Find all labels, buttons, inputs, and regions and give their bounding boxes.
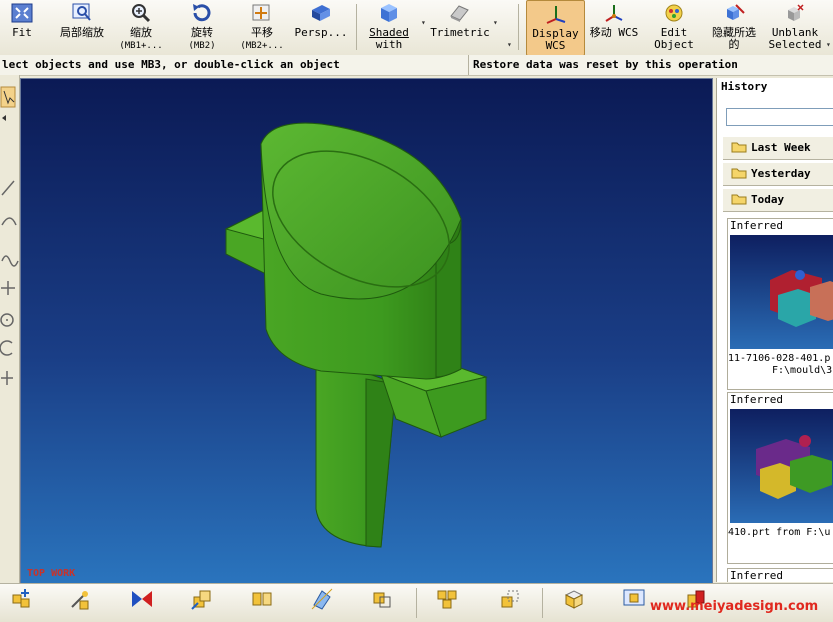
perspective-button[interactable]: Persp... — [294, 0, 348, 54]
open-folder-icon — [731, 194, 747, 205]
cue-line-prompt: lect objects and use MB3, or double-clic… — [2, 58, 340, 71]
folder-icon — [731, 168, 747, 179]
edit-arrangement-icon[interactable] — [310, 587, 334, 611]
toolbar-separator — [542, 588, 543, 618]
history-title: History — [721, 80, 768, 93]
oval-top-body — [260, 122, 462, 380]
reposition-icon[interactable] — [190, 587, 214, 611]
history-item-tag: Inferred — [730, 219, 783, 232]
zoom-region-icon — [72, 3, 91, 21]
history-search-input[interactable] — [726, 108, 833, 126]
show-all-components-icon[interactable] — [436, 587, 460, 611]
trimetric-view-button[interactable]: Trimetric — [428, 0, 492, 54]
mate-icon[interactable] — [130, 587, 154, 611]
history-item-card[interactable]: Inferred 11-7106-028-401.p F:\mould\3 — [727, 218, 833, 390]
wcs-axes-icon — [546, 6, 565, 24]
hide-selected-button[interactable]: 隐藏所选 的 — [706, 0, 762, 54]
history-item-card[interactable]: Inferred — [727, 568, 833, 582]
zoom-region-button[interactable]: 局部缩放 — [54, 0, 110, 54]
part-model-render — [224, 122, 488, 548]
history-item-filename: 410.prt from F:\u — [728, 527, 831, 538]
shaded-cube-icon — [381, 4, 397, 22]
pan-icon — [252, 4, 270, 21]
unblank-selected-button[interactable]: Unblank Selected — [766, 0, 824, 54]
point-tool-icon[interactable] — [1, 281, 15, 295]
history-group-today[interactable]: Today — [723, 188, 833, 212]
history-item-path: F:\mould\3 — [772, 365, 833, 376]
unblank-dropdown-arrow[interactable]: ▾ — [826, 40, 831, 49]
line-tool-icon[interactable] — [1, 180, 15, 196]
edit-object-icon — [665, 4, 683, 22]
hide-component-icon[interactable] — [498, 587, 522, 611]
edit-object-button[interactable]: Edit Object — [650, 0, 698, 54]
new-component-icon[interactable] — [10, 587, 34, 611]
view-dropdown-arrow[interactable]: ▾ — [507, 40, 512, 49]
graphics-window[interactable]: TOP WORK — [20, 78, 713, 584]
scroll-left-arrow-icon[interactable] — [2, 115, 6, 121]
fit-icon — [11, 3, 33, 23]
arc-center-tool-icon[interactable] — [0, 340, 13, 356]
left-toolstrip — [0, 75, 20, 583]
main-toolbar: Fit 局部缩放 缩放 (MB1+... 旋转 (MB2) 平移 (MB2+..… — [0, 0, 833, 56]
trimetric-dropdown-arrow[interactable]: ▾ — [493, 18, 498, 27]
move-wcs-icon — [605, 5, 623, 22]
history-item-card[interactable]: Inferred 410.prt from F:\u — [727, 392, 833, 564]
history-item-thumbnail — [730, 235, 833, 349]
bottom-toolbar: www.meiyadesign.com — [0, 583, 833, 622]
mirror-assembly-icon[interactable] — [250, 587, 274, 611]
circle-tool-icon[interactable] — [0, 313, 14, 327]
pan-button[interactable]: 平移 (MB2+... — [236, 0, 288, 54]
perspective-icon — [312, 5, 330, 21]
view-name-label: TOP WORK — [27, 568, 76, 579]
make-displayed-part-icon[interactable] — [622, 587, 646, 611]
hide-icon — [727, 4, 745, 20]
toolbar-separator — [518, 4, 519, 50]
history-item-filename: 11-7106-028-401.p — [728, 353, 831, 364]
shaded-with-edges-button[interactable]: Shaded with — [362, 0, 416, 54]
cue-line: lect objects and use MB3, or double-clic… — [0, 55, 833, 76]
site-watermark: www.meiyadesign.com — [650, 599, 819, 614]
display-wcs-button[interactable]: Display WCS — [526, 0, 585, 56]
edit-explosion-icon[interactable] — [370, 587, 394, 611]
move-wcs-button[interactable]: 移动 WCS — [588, 0, 640, 54]
make-work-part-icon[interactable] — [562, 587, 586, 611]
fit-button[interactable]: Fit — [4, 0, 40, 54]
magnifier-icon — [132, 4, 151, 23]
select-filter-icon[interactable] — [0, 86, 16, 108]
snap-point-icon[interactable] — [1, 371, 13, 385]
folder-icon — [731, 142, 747, 153]
history-group-last-week[interactable]: Last Week — [723, 136, 833, 160]
arc-tool-icon[interactable] — [1, 217, 17, 226]
toolbar-separator — [416, 588, 417, 618]
rotate-icon — [193, 4, 211, 22]
toolbar-separator — [356, 4, 357, 50]
unblank-icon — [788, 4, 804, 21]
status-line-message: Restore data was reset by this operation — [468, 55, 738, 75]
trimetric-icon — [450, 5, 469, 22]
history-item-tag: Inferred — [730, 393, 783, 406]
wizard-icon[interactable] — [68, 587, 92, 611]
shaded-dropdown-arrow[interactable]: ▾ — [421, 18, 426, 27]
zoom-button[interactable]: 缩放 (MB1+... — [118, 0, 164, 54]
spline-tool-icon[interactable] — [1, 255, 19, 267]
history-item-tag: Inferred — [730, 569, 783, 582]
rotate-button[interactable]: 旋转 (MB2) — [180, 0, 224, 54]
history-group-yesterday[interactable]: Yesterday — [723, 162, 833, 186]
history-item-thumbnail — [730, 409, 833, 523]
history-palette: History Last Week Yesterday Today Inferr… — [716, 78, 833, 582]
